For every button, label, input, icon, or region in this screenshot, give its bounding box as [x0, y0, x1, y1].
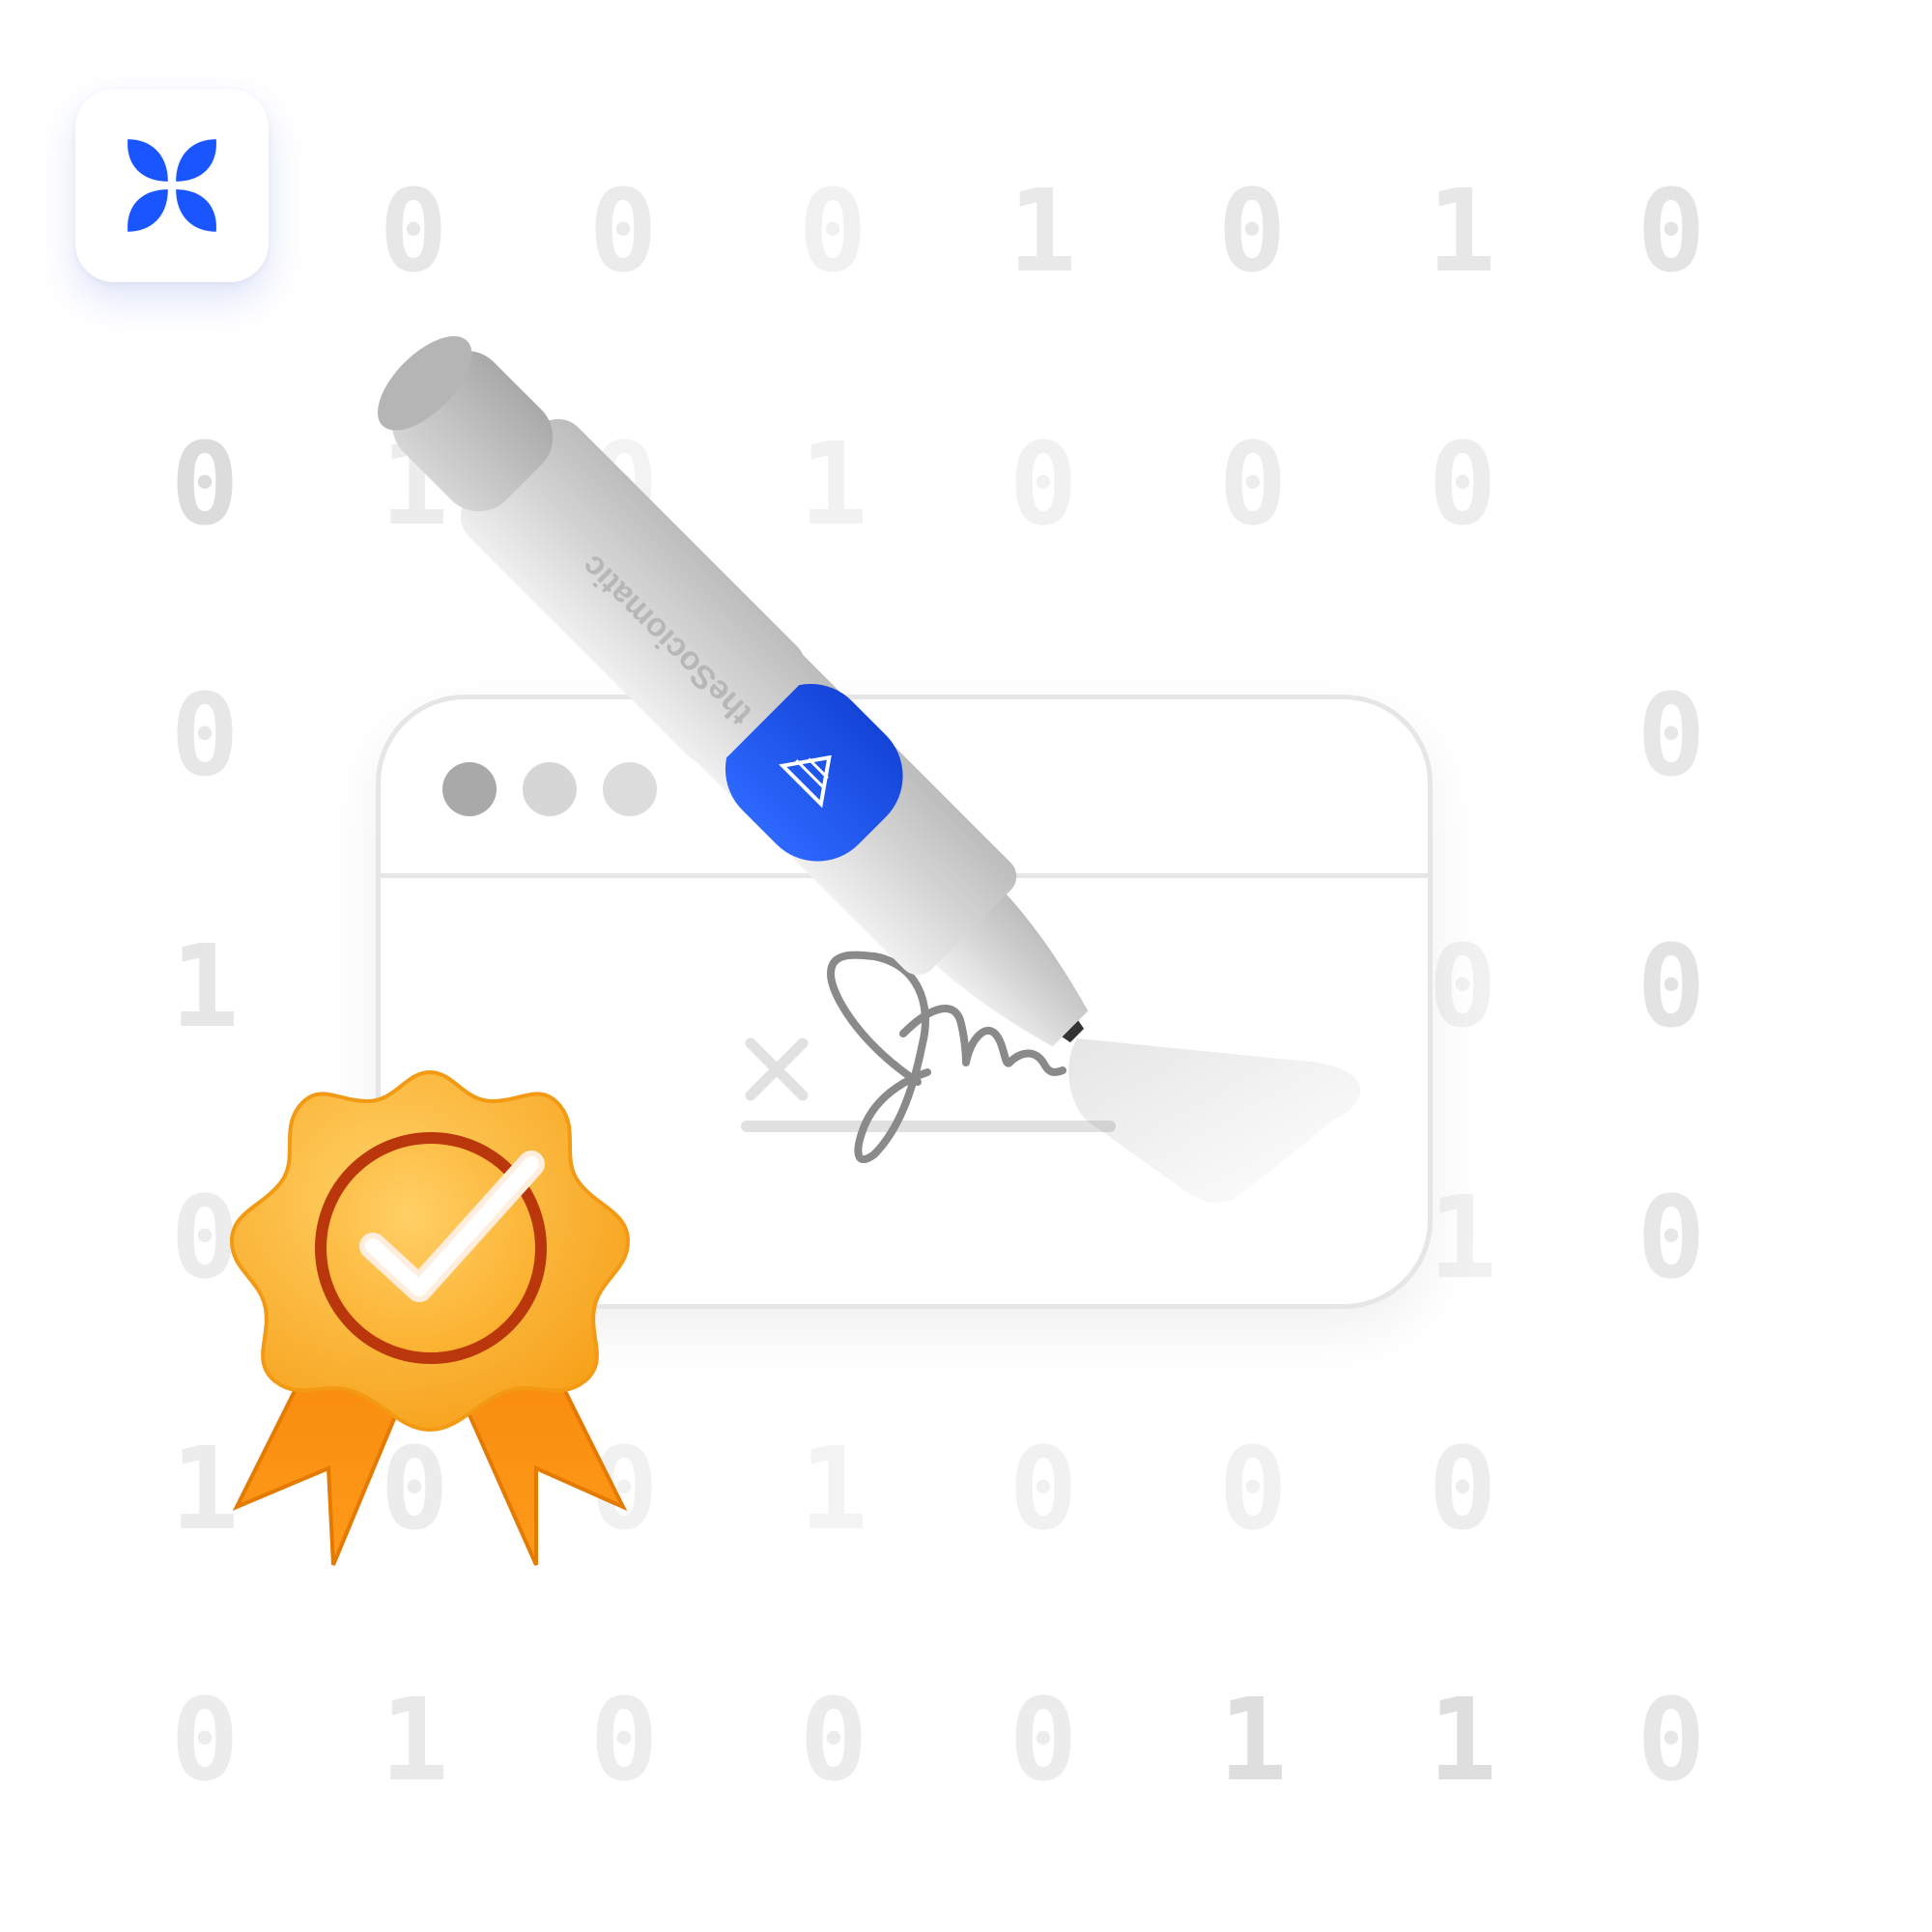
- illustration-overlay: theSociomatic: [229, 336, 1361, 1566]
- pen-shadow: [1068, 1038, 1361, 1204]
- pen-icon: theSociomatic: [378, 336, 1089, 1047]
- illustration-canvas: 0 0 0 1 0 1 0 0 1 0 1 0 0 0 0 0 1 0 0 0 …: [0, 0, 1932, 1932]
- award-ribbon-checkmark-icon: [229, 1069, 631, 1566]
